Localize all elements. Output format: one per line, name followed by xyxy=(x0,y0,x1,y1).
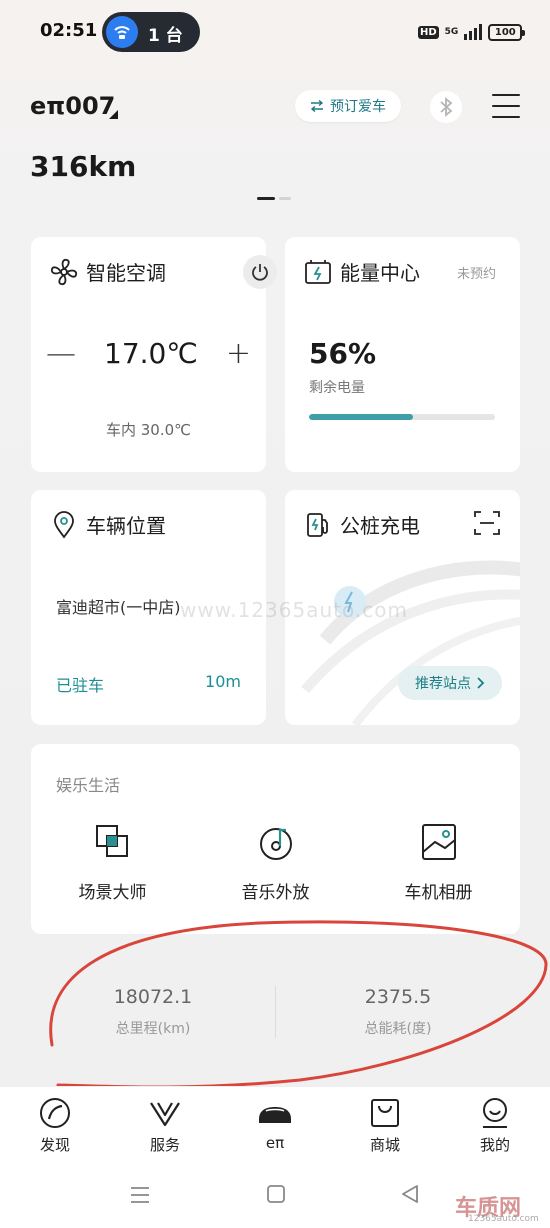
hd-icon: HD xyxy=(418,25,439,39)
scene-icon xyxy=(95,825,128,857)
battery-percent: 56% xyxy=(309,337,377,370)
recent-apps-icon[interactable] xyxy=(130,1186,150,1204)
profile-icon xyxy=(483,1098,507,1128)
nav-discover[interactable]: 发现 xyxy=(0,1097,110,1155)
parking-status: 已驻车 xyxy=(56,676,105,695)
total-energy-label: 总能耗(度) xyxy=(364,1021,432,1037)
remaining-range: 316km xyxy=(30,150,137,183)
location-pin-icon xyxy=(49,510,79,540)
reserve-car-button[interactable]: 预订爱车 xyxy=(295,90,401,122)
ac-title: 智能空调 xyxy=(86,261,166,285)
album-item[interactable]: 车机相册 xyxy=(357,822,520,912)
hotspot-icon xyxy=(106,16,138,48)
brand-watermark-url: 12365auto.com xyxy=(468,1214,539,1224)
usage-stats: 18072.1 总里程(km) 2375.5 总能耗(度) xyxy=(31,960,520,1040)
battery-progress-fill xyxy=(309,414,414,420)
ac-temperature-control: — 17.0℃ + xyxy=(31,337,266,370)
reservation-status: 未预约 xyxy=(456,267,496,282)
status-icons: HD 5G 100 xyxy=(418,21,526,43)
watermark: www.12365auto.com xyxy=(180,598,408,622)
menu-icon[interactable] xyxy=(492,94,520,120)
ac-card[interactable]: 智能空调 — 17.0℃ + 车内 30.0℃ xyxy=(31,237,277,472)
energy-card[interactable]: 能量中心 未预约 56% 剩余电量 xyxy=(285,237,520,472)
nav-profile-label: 我的 xyxy=(479,1136,510,1154)
recommend-stations-button[interactable]: 推荐站点 xyxy=(398,666,502,700)
battery-label: 剩余电量 xyxy=(309,380,365,396)
ac-power-button[interactable] xyxy=(243,255,277,289)
nav-service[interactable]: 服务 xyxy=(110,1097,220,1155)
total-energy: 2375.5 总能耗(度) xyxy=(276,960,520,1038)
hotspot-count: 1 台 xyxy=(148,26,183,46)
nav-profile[interactable]: 我的 xyxy=(440,1097,550,1155)
total-energy-value: 2375.5 xyxy=(364,986,432,1008)
charging-station-icon xyxy=(303,510,333,540)
car-icon xyxy=(259,1107,291,1123)
total-mileage-label: 总里程(km) xyxy=(115,1021,191,1037)
entertainment-card: 娱乐生活 场景大师 音乐外放 车机相册 xyxy=(31,744,520,934)
status-bar: 02:51 1 台 HD 5G 100 xyxy=(0,0,550,64)
scene-master-item[interactable]: 场景大师 xyxy=(31,822,194,912)
scene-master-label: 场景大师 xyxy=(78,883,147,903)
nav-car[interactable]: eπ xyxy=(220,1097,330,1152)
recommend-stations-label: 推荐站点 xyxy=(415,676,471,692)
temp-decrease-button[interactable]: — xyxy=(46,338,76,369)
nav-shop[interactable]: 商城 xyxy=(330,1097,440,1155)
battery-charge-icon xyxy=(303,257,333,287)
page-indicator xyxy=(257,197,293,201)
total-mileage-value: 18072.1 xyxy=(113,986,193,1008)
network-type: 5G xyxy=(444,26,459,37)
battery-progress-bar xyxy=(309,414,495,420)
bluetooth-icon[interactable] xyxy=(430,91,462,123)
charging-title: 公桩充电 xyxy=(340,514,420,538)
back-icon[interactable] xyxy=(400,1184,420,1204)
album-icon xyxy=(421,824,456,860)
parking-distance: 10m xyxy=(205,672,241,691)
car-switch-caret-icon[interactable] xyxy=(109,110,118,119)
total-mileage: 18072.1 总里程(km) xyxy=(31,960,275,1038)
location-title: 车辆位置 xyxy=(86,514,166,538)
hotspot-indicator[interactable]: 1 台 xyxy=(102,12,200,52)
music-label: 音乐外放 xyxy=(241,883,310,903)
chevron-right-icon xyxy=(477,677,485,689)
car-name[interactable]: eπ007 xyxy=(30,92,115,120)
signal-icon xyxy=(464,24,483,40)
entertainment-title: 娱乐生活 xyxy=(56,776,121,795)
nav-shop-label: 商城 xyxy=(369,1136,400,1154)
clock: 02:51 xyxy=(40,20,98,41)
service-icon xyxy=(150,1102,180,1127)
parking-place: 富迪超市(一中店) xyxy=(56,598,181,617)
swap-icon xyxy=(310,100,324,112)
nav-discover-label: 发现 xyxy=(39,1136,70,1154)
energy-title: 能量中心 xyxy=(340,261,420,285)
discover-icon xyxy=(40,1098,70,1128)
battery-icon: 100 xyxy=(488,23,526,41)
scan-icon[interactable] xyxy=(472,508,502,538)
inside-temperature: 车内 30.0℃ xyxy=(105,421,191,439)
ac-target-temperature: 17.0℃ xyxy=(104,337,198,370)
music-item[interactable]: 音乐外放 xyxy=(194,822,357,912)
home-icon[interactable] xyxy=(266,1184,286,1204)
music-icon xyxy=(259,828,292,860)
bottom-nav: 发现 服务 eπ 商城 我的 xyxy=(0,1086,550,1162)
shop-icon xyxy=(371,1099,399,1127)
temp-increase-button[interactable]: + xyxy=(226,338,251,369)
album-label: 车机相册 xyxy=(404,883,473,903)
nav-car-label: eπ xyxy=(265,1134,285,1152)
nav-service-label: 服务 xyxy=(149,1136,180,1154)
fan-icon xyxy=(49,257,79,287)
power-icon xyxy=(252,264,268,281)
reserve-car-label: 预订爱车 xyxy=(330,99,386,115)
